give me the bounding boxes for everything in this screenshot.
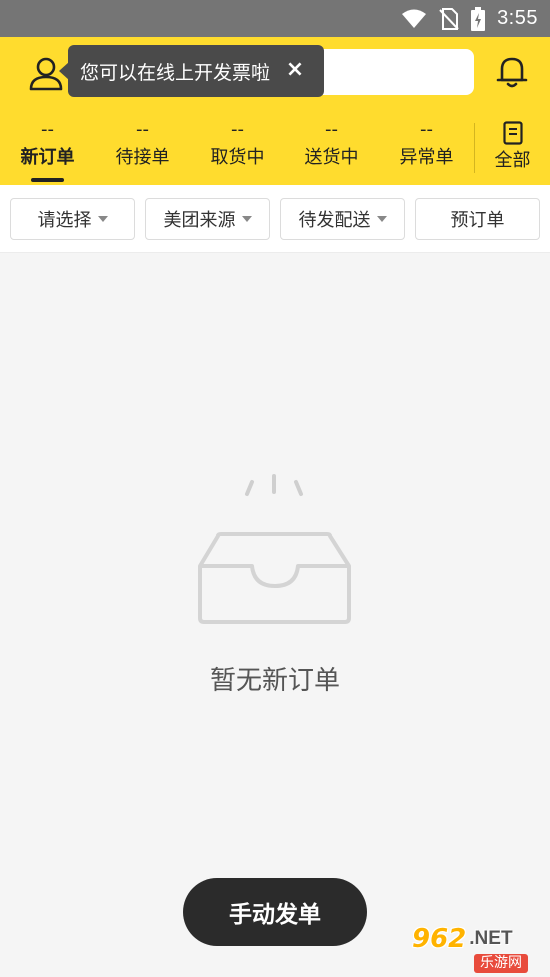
watermark-suffix: .NET [469,928,513,949]
filter-bar: 请选择 美团来源 待发配送 预订单 [0,185,550,253]
tab-label: 待接单 [115,147,170,168]
battery-charging-icon [471,6,486,31]
order-status-tabs: -- 新订单 -- 待接单 -- 取货中 -- 送货中 -- 异常单 全部 [0,117,550,185]
document-icon [502,121,523,145]
bell-icon[interactable] [496,55,528,89]
no-sim-icon [439,7,459,30]
wifi-icon [401,9,427,29]
tab-delivering[interactable]: -- 送货中 [284,117,379,185]
caret-down-icon [241,216,252,222]
button-label: 手动发单 [229,902,321,928]
filter-dispatch-status[interactable]: 待发配送 [280,198,405,240]
tab-picking-up[interactable]: -- 取货中 [190,117,285,185]
tooltip-text: 您可以在线上开发票啦 [80,61,271,84]
filter-preorder[interactable]: 预订单 [415,198,540,240]
tab-count: -- [420,119,433,140]
tab-count: -- [136,119,149,140]
status-bar: 3:55 [0,0,550,37]
caret-down-icon [376,216,387,222]
caret-down-icon [97,216,108,222]
manual-dispatch-button[interactable]: 手动发单 [183,878,367,946]
tab-count: -- [325,119,338,140]
tab-label: 送货中 [304,147,359,168]
tab-pending-accept[interactable]: -- 待接单 [95,117,190,185]
filter-source[interactable]: 美团来源 [145,198,270,240]
clock: 3:55 [497,7,538,29]
filter-label: 预订单 [450,210,505,231]
tab-count: -- [41,119,54,140]
app-screen: 3:55 您可以在线上开发票啦 × -- 新订单 -- 待接单 -- 取货中 -… [0,0,550,977]
watermark-number: 962 [412,924,467,954]
empty-state-text: 暂无新订单 [209,666,340,696]
filter-label: 请选择 [37,210,92,231]
tab-label: 取货中 [210,147,265,168]
tab-label: 异常单 [399,147,454,168]
tab-exceptions[interactable]: -- 异常单 [379,117,474,185]
tab-count: -- [231,119,244,140]
filter-label: 美团来源 [163,210,236,231]
active-tab-indicator [31,178,64,182]
tab-label: 新订单 [20,147,75,168]
close-icon[interactable]: × [284,55,306,85]
tab-label: 全部 [494,150,531,171]
watermark-logo: 962 .NET 乐游网 [412,924,544,974]
tab-new-orders[interactable]: -- 新订单 [0,117,95,185]
invoice-tooltip: 您可以在线上开发票啦 × [59,45,324,97]
filter-label: 待发配送 [298,210,371,231]
watermark-sub: 乐游网 [474,954,528,973]
app-header: 您可以在线上开发票啦 × -- 新订单 -- 待接单 -- 取货中 -- 送货中 [0,37,550,185]
tab-all[interactable]: 全部 [475,117,550,185]
empty-inbox-icon [190,470,360,630]
filter-select[interactable]: 请选择 [10,198,135,240]
